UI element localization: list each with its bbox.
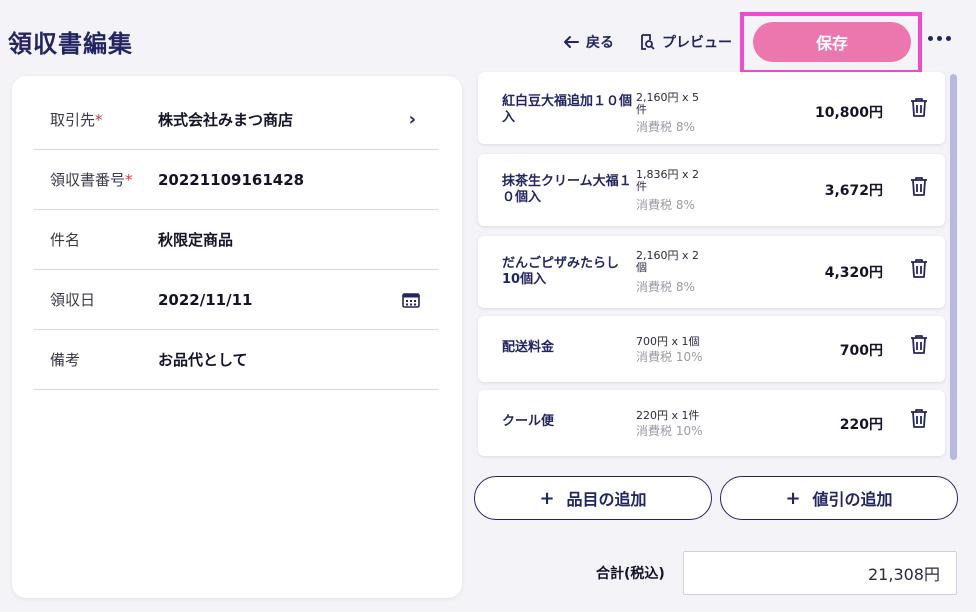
item-tax: 消費税 10% xyxy=(636,350,703,364)
more-options-icon[interactable] xyxy=(928,36,951,41)
form-row-subject: 件名 秋限定商品 xyxy=(34,210,438,270)
add-discount-button[interactable]: + 値引の追加 xyxy=(720,476,958,520)
back-button[interactable]: 戻る xyxy=(562,30,614,54)
add-item-label: 品目の追加 xyxy=(566,490,647,509)
total-amount: 21,308円 xyxy=(683,551,957,595)
item-amount: 700円 xyxy=(839,343,883,359)
subject-field[interactable]: 秋限定商品 xyxy=(158,229,233,250)
back-label: 戻る xyxy=(586,35,614,51)
item-quantity: 2,160円 x 2個 xyxy=(636,249,699,274)
plus-icon: + xyxy=(785,487,801,509)
form-row-receipt-date: 領収日 2022/11/11 xyxy=(34,270,438,330)
trash-icon[interactable] xyxy=(909,334,929,355)
item-tax: 消費税 10% xyxy=(636,424,703,438)
client-label: 取引先* xyxy=(50,111,103,129)
item-quantity: 1,836円 x 2件 xyxy=(636,168,699,193)
item-quantity: 700円 x 1個 xyxy=(636,335,700,348)
plus-icon: + xyxy=(539,487,555,509)
client-value: 株式会社みまつ商店 xyxy=(158,111,294,129)
add-item-button[interactable]: + 品目の追加 xyxy=(474,476,712,520)
arrow-left-icon xyxy=(564,36,579,48)
page-title: 領収書編集 xyxy=(8,30,133,58)
receipt-date-label: 領収日 xyxy=(50,291,96,309)
line-item[interactable]: クール便 220円 x 1件 消費税 10% 220円 xyxy=(478,390,945,456)
receipt-form-card: 取引先* 株式会社みまつ商店 › 領収書番号* 20221109161428 件… xyxy=(12,76,462,598)
items-scrollbar[interactable] xyxy=(950,74,957,460)
total-label: 合計(税込) xyxy=(596,566,665,582)
item-name: 紅白豆大福追加１０個入 xyxy=(502,94,633,125)
line-item[interactable]: 紅白豆大福追加１０個入 2,160円 x 5件 消費税 8% 10,800円 xyxy=(478,72,945,144)
trash-icon[interactable] xyxy=(909,258,929,279)
item-tax: 消費税 8% xyxy=(636,280,695,294)
line-item[interactable]: だんごピザみたらし10個入 2,160円 x 2個 消費税 8% 4,320円 xyxy=(478,236,945,308)
form-row-client[interactable]: 取引先* 株式会社みまつ商店 › xyxy=(34,90,438,150)
item-name: だんごピザみたらし10個入 xyxy=(502,256,620,287)
preview-label: プレビュー xyxy=(662,35,732,51)
item-name: 抹茶生クリーム大福１０個入 xyxy=(502,174,632,205)
item-tax: 消費税 8% xyxy=(636,120,695,134)
item-amount: 220円 xyxy=(839,417,883,433)
add-discount-label: 値引の追加 xyxy=(812,490,893,509)
note-field[interactable]: お品代として xyxy=(158,349,248,370)
document-search-icon xyxy=(641,34,655,50)
trash-icon[interactable] xyxy=(909,408,929,429)
receipt-number-label: 領収書番号* xyxy=(50,171,133,189)
item-tax: 消費税 8% xyxy=(636,198,695,212)
item-name: 配送料金 xyxy=(502,340,555,355)
item-quantity: 2,160円 x 5件 xyxy=(636,91,699,116)
form-row-receipt-number: 領収書番号* 20221109161428 xyxy=(34,150,438,210)
item-amount: 10,800円 xyxy=(814,105,883,121)
note-label: 備考 xyxy=(50,351,81,369)
item-amount: 3,672円 xyxy=(824,183,883,199)
preview-button[interactable]: プレビュー xyxy=(638,30,732,54)
chevron-right-icon[interactable]: › xyxy=(409,109,416,130)
line-item[interactable]: 抹茶生クリーム大福１０個入 1,836円 x 2件 消費税 8% 3,672円 xyxy=(478,154,945,226)
line-items-list: 紅白豆大福追加１０個入 2,160円 x 5件 消費税 8% 10,800円 抹… xyxy=(474,68,960,464)
item-quantity: 220円 x 1件 xyxy=(636,409,700,422)
item-name: クール便 xyxy=(502,414,555,429)
form-row-note: 備考 お品代として xyxy=(34,330,438,390)
receipt-date-field[interactable]: 2022/11/11 xyxy=(158,291,252,309)
calendar-icon[interactable] xyxy=(402,292,420,308)
line-item[interactable]: 配送料金 700円 x 1個 消費税 10% 700円 xyxy=(478,316,945,382)
save-button[interactable]: 保存 xyxy=(753,22,911,62)
receipt-number-field[interactable]: 20221109161428 xyxy=(158,171,304,189)
trash-icon[interactable] xyxy=(909,97,929,118)
subject-label: 件名 xyxy=(50,231,81,249)
trash-icon[interactable] xyxy=(909,176,929,197)
item-amount: 4,320円 xyxy=(824,265,883,281)
